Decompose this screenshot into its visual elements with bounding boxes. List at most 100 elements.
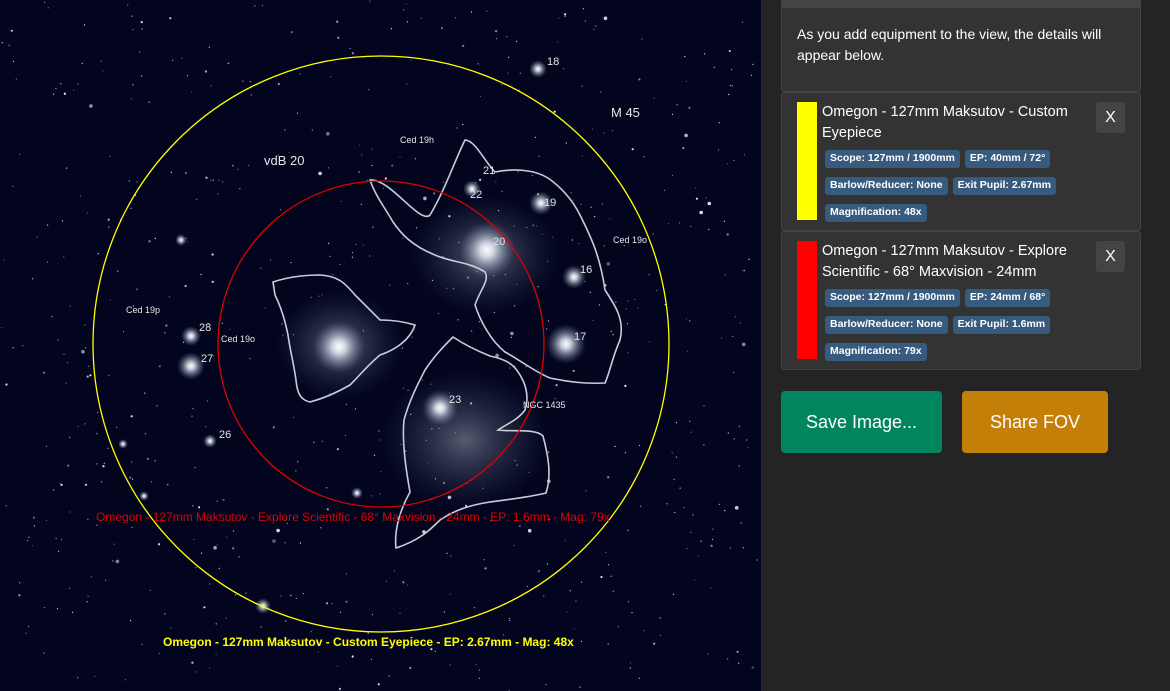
- background-star: [601, 203, 604, 205]
- background-star: [704, 53, 706, 55]
- background-star: [615, 301, 617, 303]
- background-star: [732, 371, 735, 374]
- background-star: [610, 575, 612, 577]
- background-star: [261, 4, 263, 7]
- save-image-button[interactable]: Save Image...: [781, 391, 942, 453]
- background-star: [684, 55, 686, 58]
- background-star: [370, 495, 373, 497]
- background-star: [346, 403, 348, 405]
- background-star: [643, 156, 645, 158]
- background-star: [336, 20, 339, 23]
- background-star: [478, 669, 480, 671]
- background-star: [486, 10, 488, 12]
- background-star: [231, 164, 234, 167]
- background-star: [581, 155, 583, 157]
- background-star: [222, 181, 224, 183]
- background-star: [575, 600, 577, 603]
- background-star: [260, 267, 262, 269]
- background-star: [659, 634, 662, 637]
- background-star: [674, 511, 676, 514]
- background-star: [518, 524, 522, 528]
- background-star: [86, 375, 89, 378]
- background-star: [221, 322, 223, 324]
- background-star: [200, 273, 202, 276]
- background-star: [320, 527, 322, 529]
- background-star: [589, 291, 591, 293]
- background-star: [509, 367, 511, 369]
- background-star: [614, 445, 616, 448]
- background-star: [580, 640, 583, 643]
- background-star: [368, 89, 370, 91]
- background-star: [19, 582, 21, 584]
- background-star: [631, 148, 634, 151]
- background-star: [204, 70, 207, 73]
- background-star: [623, 245, 625, 247]
- background-star: [339, 611, 341, 613]
- background-star: [63, 92, 66, 95]
- background-star: [66, 167, 68, 169]
- background-star: [33, 525, 36, 527]
- background-star: [388, 675, 390, 677]
- background-star: [128, 180, 130, 182]
- star-field-view[interactable]: M 45 vdB 20 Ced 19h Ced 19o Ced 19p Ced …: [0, 0, 761, 691]
- background-star: [51, 315, 53, 318]
- background-star: [295, 470, 297, 472]
- background-star: [295, 597, 297, 599]
- remove-equipment-button[interactable]: X: [1096, 241, 1125, 272]
- background-star: [260, 626, 262, 628]
- background-star: [104, 579, 107, 581]
- background-star: [131, 15, 133, 17]
- background-star: [272, 426, 275, 429]
- background-star: [115, 559, 120, 564]
- background-star: [673, 478, 675, 480]
- color-swatch: [797, 102, 817, 220]
- background-star: [605, 551, 607, 554]
- background-star: [169, 17, 172, 20]
- background-star: [570, 192, 572, 194]
- background-star: [337, 36, 340, 39]
- exit-pupil-tag: Exit Pupil: 1.6mm: [952, 316, 1051, 334]
- background-star: [423, 196, 427, 201]
- background-star: [571, 239, 574, 241]
- background-star: [248, 164, 250, 167]
- background-star: [132, 29, 134, 31]
- star-chart: M 45 vdB 20 Ced 19h Ced 19o Ced 19p Ced …: [0, 0, 758, 691]
- background-star: [708, 228, 710, 231]
- background-star: [741, 342, 746, 347]
- background-star: [710, 544, 713, 547]
- background-star: [703, 405, 705, 407]
- background-star: [685, 318, 688, 320]
- background-star: [682, 147, 685, 150]
- background-star: [280, 209, 282, 211]
- background-star: [296, 112, 299, 114]
- share-fov-button[interactable]: Share FOV: [962, 391, 1108, 453]
- background-star: [63, 256, 65, 258]
- background-star: [659, 617, 661, 619]
- background-star: [546, 563, 548, 565]
- background-star: [96, 433, 98, 435]
- background-star: [442, 181, 444, 183]
- background-star: [129, 620, 132, 622]
- background-star: [501, 84, 503, 86]
- background-star: [736, 650, 739, 653]
- red-fov-label: Omegon - 127mm Maksutov - Explore Scient…: [96, 510, 610, 524]
- background-star: [637, 307, 639, 309]
- background-star: [297, 461, 299, 463]
- background-star: [211, 253, 214, 256]
- remove-equipment-button[interactable]: X: [1096, 102, 1125, 133]
- background-star: [299, 542, 301, 545]
- background-star: [331, 602, 333, 605]
- background-star: [100, 481, 102, 483]
- equipment-card: Omegon - 127mm Maksutov - Custom Eyepiec…: [781, 92, 1141, 231]
- label-star-27: 27: [201, 353, 213, 365]
- background-star: [728, 49, 731, 53]
- background-star: [496, 38, 498, 40]
- background-star: [479, 178, 482, 181]
- background-star: [609, 218, 611, 220]
- exit-pupil-tag: Exit Pupil: 2.67mm: [952, 177, 1056, 195]
- background-star: [216, 500, 218, 502]
- background-star: [245, 592, 247, 594]
- background-star: [327, 167, 330, 169]
- background-star: [277, 82, 280, 86]
- background-star: [420, 17, 422, 19]
